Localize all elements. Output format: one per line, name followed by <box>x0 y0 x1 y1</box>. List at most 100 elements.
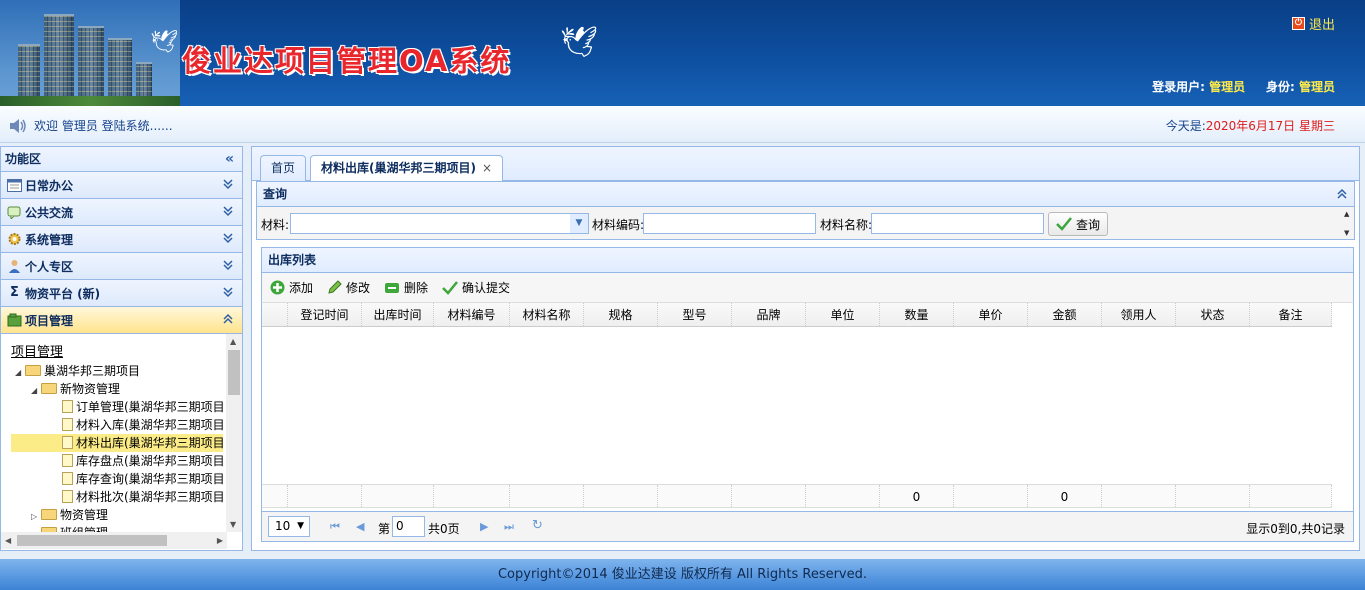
add-button[interactable]: 添加 <box>270 279 313 296</box>
tree-leaf[interactable]: 材料批次(巢湖华邦三期项目) <box>11 488 223 506</box>
speaker-icon <box>10 118 26 133</box>
column-header[interactable]: 备注 <box>1250 303 1332 326</box>
tab-material-outbound[interactable]: 材料出库(巢湖华邦三期项目) × <box>310 155 504 182</box>
material-code-input[interactable] <box>643 213 816 234</box>
page-number-input[interactable]: 0 <box>392 516 425 537</box>
section-label: 物资平台 (新) <box>25 286 101 301</box>
folder-icon <box>7 313 22 327</box>
column-header[interactable]: 材料名称 <box>510 303 584 326</box>
tab-home[interactable]: 首页 <box>260 155 307 182</box>
section-label: 公共交流 <box>25 205 74 220</box>
total-pages: 共0页 <box>428 522 460 536</box>
section-label: 项目管理 <box>25 313 74 328</box>
collapsed-arrow-icon[interactable]: ▷ <box>31 508 41 524</box>
tree-vertical-scrollbar[interactable]: ▲ ▼ <box>226 334 242 532</box>
chevron-down-icon[interactable]: ▼ <box>570 214 588 233</box>
welcome-bar: 欢迎 管理员 登陆系统...... 今天是:2020年6月17日 星期三 <box>0 106 1365 143</box>
column-header[interactable]: 数量 <box>880 303 954 326</box>
close-icon[interactable]: × <box>482 161 492 175</box>
chevron-up-icon[interactable] <box>1336 188 1348 200</box>
role-label: 身份: <box>1265 80 1295 94</box>
gear-icon <box>8 233 21 245</box>
tab-label: 首页 <box>271 161 296 175</box>
tree-node-materials[interactable]: ▷ 物资管理 <box>11 506 223 524</box>
date-display: 今天是:2020年6月17日 星期三 <box>1166 117 1335 134</box>
tree-leaf-selected[interactable]: 材料出库(巢湖华邦三期项目) <box>11 434 223 452</box>
check-icon <box>1056 217 1072 231</box>
column-header[interactable]: 出库时间 <box>362 303 434 326</box>
chevron-down-icon <box>223 287 233 298</box>
sidebar-section-project-management[interactable]: 项目管理 <box>1 307 242 334</box>
user-info: 登录用户: 管理员 身份: 管理员 <box>1152 78 1335 95</box>
column-header[interactable]: 规格 <box>584 303 658 326</box>
sidebar-section-personal[interactable]: 个人专区 <box>1 253 242 280</box>
column-header[interactable]: 登记时间 <box>288 303 362 326</box>
sidebar-title: 功能区 <box>5 152 42 166</box>
next-page-icon[interactable]: ▶ <box>480 520 488 533</box>
column-header[interactable]: 金额 <box>1028 303 1102 326</box>
delete-icon <box>385 282 400 293</box>
material-name-input[interactable] <box>871 213 1044 234</box>
tree-label: 库存盘点(巢湖华邦三期项目) <box>76 454 223 468</box>
column-header[interactable]: 材料编号 <box>434 303 510 326</box>
tree-node-project[interactable]: ◢ 巢湖华邦三期项目 <box>11 362 223 380</box>
caret-down-icon: ▼ <box>297 521 304 531</box>
confirm-submit-button[interactable]: 确认提交 <box>442 279 510 296</box>
section-label: 个人专区 <box>25 259 74 274</box>
dove-icon: 🕊 <box>150 30 178 55</box>
list-panel-header: 出库列表 <box>261 247 1354 273</box>
edit-button[interactable]: 修改 <box>327 279 370 296</box>
column-header[interactable]: 型号 <box>658 303 732 326</box>
role-value: 管理员 <box>1298 80 1335 94</box>
page-number-value: 0 <box>396 519 404 533</box>
tree-leaf[interactable]: 订单管理(巢湖华邦三期项目) <box>11 398 223 416</box>
first-page-icon[interactable]: ⏮ <box>330 520 340 534</box>
column-header[interactable]: 单位 <box>806 303 880 326</box>
collapse-left-icon[interactable]: « <box>225 147 234 171</box>
refresh-icon[interactable]: ↻ <box>532 518 543 533</box>
page-size-select[interactable]: 10 ▼ <box>268 516 310 537</box>
sidebar-header: 功能区 « <box>1 147 242 172</box>
column-header[interactable]: 领用人 <box>1102 303 1176 326</box>
tree-label: 材料批次(巢湖华邦三期项目) <box>76 490 223 504</box>
sidebar-section-public-exchange[interactable]: 公共交流 <box>1 199 242 226</box>
expanded-arrow-icon[interactable]: ◢ <box>31 382 41 398</box>
welcome-message: 欢迎 管理员 登陆系统...... <box>34 119 173 133</box>
column-header[interactable]: 单价 <box>954 303 1028 326</box>
calendar-icon <box>7 179 22 192</box>
header-banner: 🕊 🕊 俊业达项目管理OA系统 ⏻ 退出 登录用户: 管理员 身份: 管理员 <box>0 0 1365 106</box>
pagination-bar: 10 ▼ ⏮ ◀ 第 0 共0页 ▶ ⏭ ↻ 显示0到0,共0记录 <box>261 512 1354 542</box>
delete-button[interactable]: 删除 <box>384 279 428 296</box>
sidebar-section-materials-platform[interactable]: Σ 物资平台 (新) <box>1 280 242 307</box>
query-form: 材料: ▼ 材料编码: 材料名称: 查询 ▲ ▼ <box>256 207 1355 240</box>
tree-leaf[interactable]: 库存查询(巢湖华邦三期项目) <box>11 470 223 488</box>
sidebar-section-system-management[interactable]: 系统管理 <box>1 226 242 253</box>
tree-leaf[interactable]: 库存盘点(巢湖华邦三期项目) <box>11 452 223 470</box>
user-icon <box>9 260 20 273</box>
grid-header: 登记时间 出库时间 材料编号 材料名称 规格 型号 品牌 单位 数量 单价 金额… <box>262 303 1332 327</box>
folder-icon <box>41 509 57 520</box>
copyright-text: Copyright©2014 俊业达建设 版权所有 All Rights Res… <box>497 567 868 582</box>
column-header[interactable]: 品牌 <box>732 303 806 326</box>
logout-link[interactable]: ⏻ 退出 <box>1291 14 1335 33</box>
search-button-label: 查询 <box>1076 217 1101 232</box>
tree-node-group[interactable]: ◢ 新物资管理 <box>11 380 223 398</box>
prev-page-icon[interactable]: ◀ <box>356 520 364 533</box>
search-button[interactable]: 查询 <box>1048 212 1109 236</box>
tree-label: 材料出库(巢湖华邦三期项目) <box>76 436 223 450</box>
grid-footer-totals: 0 0 <box>262 484 1332 508</box>
power-icon: ⏻ <box>1291 17 1305 30</box>
column-header[interactable]: 状态 <box>1176 303 1250 326</box>
expanded-arrow-icon[interactable]: ◢ <box>15 364 25 380</box>
sidebar-section-daily-office[interactable]: 日常办公 <box>1 172 242 199</box>
list-toolbar: 添加 修改 删除 确认提交 <box>261 273 1354 302</box>
tree-horizontal-scrollbar[interactable]: ◀ ▶ <box>1 532 227 549</box>
tree-root[interactable]: 项目管理 <box>11 344 223 362</box>
tree-leaf[interactable]: 材料入库(巢湖华邦三期项目) <box>11 416 223 434</box>
panel-scrollbar[interactable]: ▲ ▼ <box>1342 207 1354 240</box>
file-icon <box>62 490 73 503</box>
last-page-icon[interactable]: ⏭ <box>504 520 514 534</box>
material-select[interactable]: ▼ <box>290 213 589 234</box>
total-quantity: 0 <box>880 485 954 507</box>
query-panel-header: 查询 <box>256 181 1355 207</box>
